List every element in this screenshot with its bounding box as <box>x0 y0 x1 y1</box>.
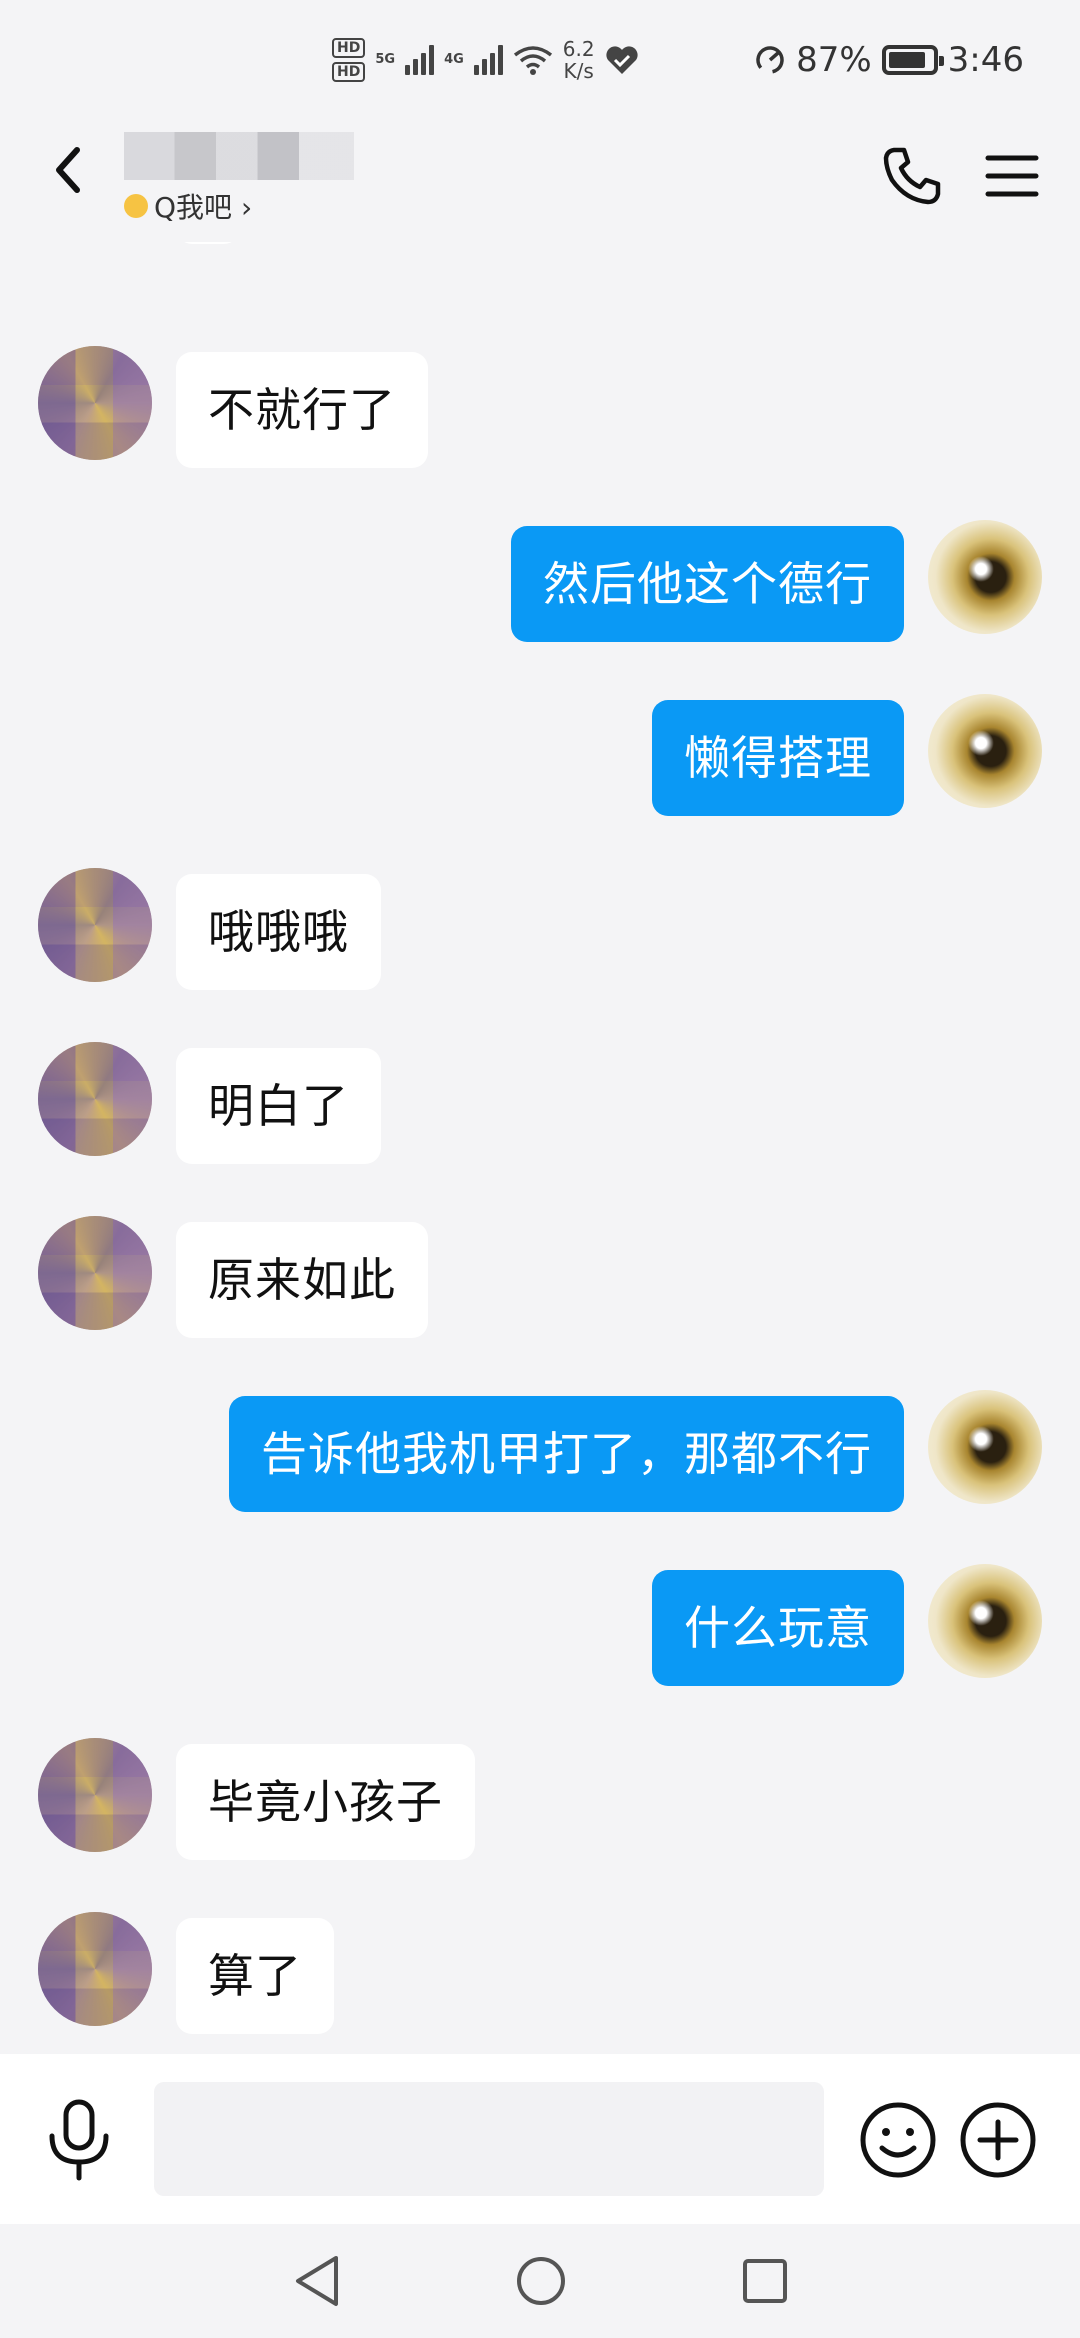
message-bubble-incoming[interactable]: 算了 <box>176 1918 334 2034</box>
message-bubble-incoming[interactable]: 哦哦哦 <box>176 874 381 990</box>
contact-avatar[interactable] <box>38 1042 152 1156</box>
battery-fill <box>888 52 926 68</box>
message-row: 哦哦哦 <box>0 858 1080 990</box>
status-bar: HD HD 5G 4G 6.2 K/s 87% 3:46 <box>0 0 1080 112</box>
hd-badge: HD <box>332 38 366 58</box>
contact-avatar[interactable] <box>38 868 152 982</box>
my-avatar[interactable] <box>928 694 1042 808</box>
speed-value: 6.2 <box>562 37 595 61</box>
speedometer-icon <box>756 46 784 74</box>
triangle-back-icon <box>296 2256 338 2306</box>
message-row: 然后他这个德行 <box>0 510 1080 642</box>
message-row: 明白了 <box>0 1032 1080 1164</box>
chat-header: Q我吧 › <box>0 112 1080 242</box>
contact-avatar[interactable] <box>38 1216 152 1330</box>
contact-avatar[interactable] <box>38 346 152 460</box>
nav-home-button[interactable] <box>514 2252 568 2310</box>
call-button[interactable] <box>880 144 944 208</box>
message-bubble-incoming[interactable]: 毕竟小孩子 <box>176 1744 475 1860</box>
circle-home-icon <box>517 2257 565 2305</box>
nav-back-button[interactable] <box>290 2252 344 2310</box>
heart-check-icon <box>605 46 638 74</box>
more-options-button[interactable] <box>958 2100 1038 2180</box>
contact-name <box>124 132 354 180</box>
voice-input-button[interactable] <box>44 2098 114 2182</box>
contact-subtitle[interactable]: Q我吧 › <box>124 186 252 226</box>
back-arrow-icon <box>56 147 80 193</box>
plus-icon <box>960 2102 1036 2178</box>
message-row: 告诉他我机甲打了，那都不行 <box>0 1380 1080 1512</box>
hd-indicators: HD HD <box>332 38 366 82</box>
message-row: 懒得搭理 <box>0 684 1080 816</box>
message-bubble-outgoing[interactable]: 懒得搭理 <box>652 700 904 816</box>
network-5g-label: 5G <box>375 52 396 67</box>
network-speed: 6.2 K/s <box>563 38 595 82</box>
battery-icon <box>881 45 944 75</box>
emoji-button[interactable] <box>858 2100 938 2180</box>
message-bubble-incoming[interactable]: 明白了 <box>176 1048 381 1164</box>
contact-avatar[interactable] <box>38 1738 152 1852</box>
system-navigation-bar <box>0 2224 1080 2338</box>
hamburger-menu-icon <box>985 155 1039 197</box>
phone-icon <box>883 147 941 205</box>
nav-recent-apps-button[interactable] <box>738 2252 792 2310</box>
hd-badge: HD <box>332 62 366 82</box>
network-4g-label: 4G <box>444 52 464 67</box>
message-bubble-outgoing[interactable]: 然后他这个德行 <box>511 526 904 642</box>
message-bubble-outgoing[interactable]: 告诉他我机甲打了，那都不行 <box>229 1396 904 1512</box>
status-bar-network: HD HD 5G 4G 6.2 K/s <box>332 30 639 90</box>
message-bubble-outgoing[interactable]: 什么玩意 <box>652 1570 904 1686</box>
wifi-icon <box>513 46 552 75</box>
signal-strength-icon <box>405 45 435 75</box>
back-button[interactable] <box>40 140 96 200</box>
message-input[interactable] <box>154 2082 824 2196</box>
contact-subtitle-text: Q我吧 › <box>154 191 253 224</box>
chat-screen: HD HD 5G 4G 6.2 K/s 87% 3:46 Q我吧 › 不就行了 … <box>0 0 1080 2338</box>
status-bar-right: 87% 3:46 <box>754 32 1024 88</box>
message-row: 不就行了 <box>0 336 1080 468</box>
smiley-icon <box>860 2102 936 2178</box>
message-row: 毕竟小孩子 <box>0 1728 1080 1860</box>
message-row: 什么玩意 <box>0 1554 1080 1686</box>
message-row: 原来如此 <box>0 1206 1080 1338</box>
my-avatar[interactable] <box>928 1564 1042 1678</box>
status-dot-icon <box>124 194 148 218</box>
message-bubble-incoming[interactable]: 不就行了 <box>176 352 428 468</box>
message-bubble-incoming[interactable]: 原来如此 <box>176 1222 428 1338</box>
square-recent-icon <box>743 2259 787 2303</box>
message-row: 算了 <box>0 1902 1080 2034</box>
contact-avatar[interactable] <box>38 1912 152 2026</box>
battery-percent: 87% <box>796 40 872 80</box>
signal-strength-icon <box>473 45 503 75</box>
menu-button[interactable] <box>980 144 1044 208</box>
speed-unit: K/s <box>563 59 594 83</box>
my-avatar[interactable] <box>928 520 1042 634</box>
message-composer <box>0 2054 1080 2224</box>
my-avatar[interactable] <box>928 1390 1042 1504</box>
clock-time: 3:46 <box>947 40 1024 80</box>
microphone-icon <box>49 2099 109 2181</box>
